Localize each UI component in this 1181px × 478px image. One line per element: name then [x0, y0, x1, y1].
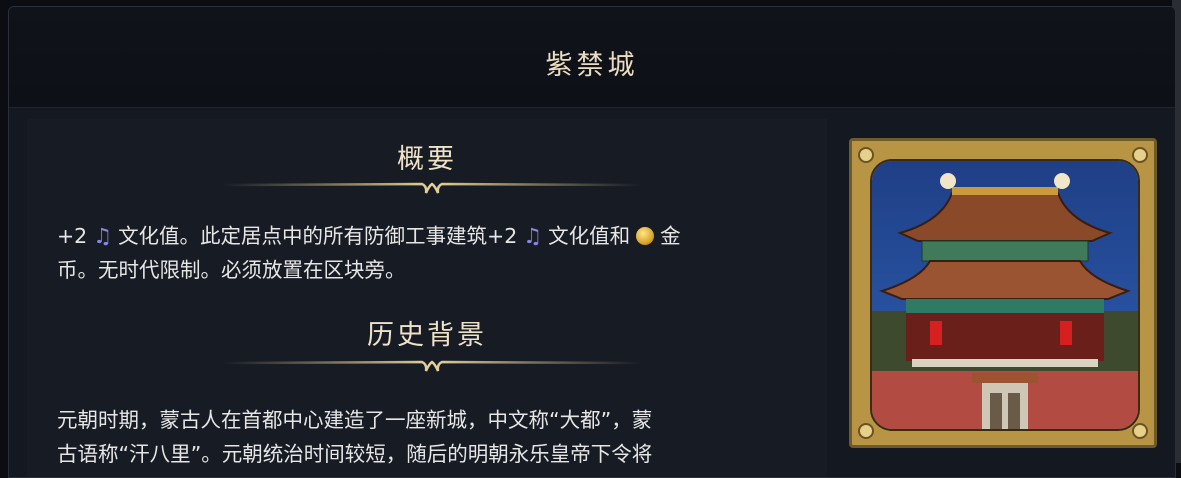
wonder-detail-panel: 紫禁城 概要 +2 ♫ 文化值。此定居点中的所有防御工事建筑+2 ♫ 文化值和金 币。无…: [8, 6, 1176, 478]
forbidden-city-image: [870, 159, 1140, 431]
history-line-1: 元朝时期，蒙古人在首都中心建造了一座新城，中文称“大都”，蒙: [57, 408, 653, 432]
frame-rivet-icon: [858, 423, 874, 439]
page-title: 紫禁城: [545, 50, 639, 81]
overview-divider: [222, 182, 642, 194]
overview-text-4: 币。无时代限制。必须放置在区块旁。: [57, 258, 406, 282]
music-note-icon: ♫: [93, 224, 113, 248]
music-note-icon: ♫: [523, 224, 543, 248]
panel-header: 紫禁城: [9, 7, 1175, 108]
frame-rivet-icon: [858, 147, 874, 163]
history-heading: 历史背景: [367, 320, 487, 351]
overview-text-3: 金: [660, 224, 681, 248]
overview-text-2: 文化值和: [548, 224, 631, 248]
frame-rivet-icon: [1132, 147, 1148, 163]
history-line-2: 古语称“汗八里”。元朝统治时间较短，随后的明朝永乐皇帝下令将: [57, 442, 653, 466]
history-divider: [222, 360, 642, 372]
overview-text: +2 ♫ 文化值。此定居点中的所有防御工事建筑+2 ♫ 文化值和金 币。无时代限制。必须…: [57, 219, 792, 287]
gold-coin-icon: [636, 227, 655, 245]
overview-heading: 概要: [397, 144, 457, 175]
wonder-image-frame: [849, 138, 1157, 448]
description-pane[interactable]: 概要 +2 ♫ 文化值。此定居点中的所有防御工事建筑+2 ♫ 文化值和金 币。无时代限制…: [27, 119, 827, 477]
history-text: 元朝时期，蒙古人在首都中心建造了一座新城，中文称“大都”，蒙 古语称“汗八里”。…: [57, 403, 792, 471]
frame-rivet-icon: [1132, 423, 1148, 439]
overview-value-1: +2: [57, 224, 88, 248]
overview-text-1: 文化值。此定居点中的所有防御工事建筑+2: [118, 224, 518, 248]
